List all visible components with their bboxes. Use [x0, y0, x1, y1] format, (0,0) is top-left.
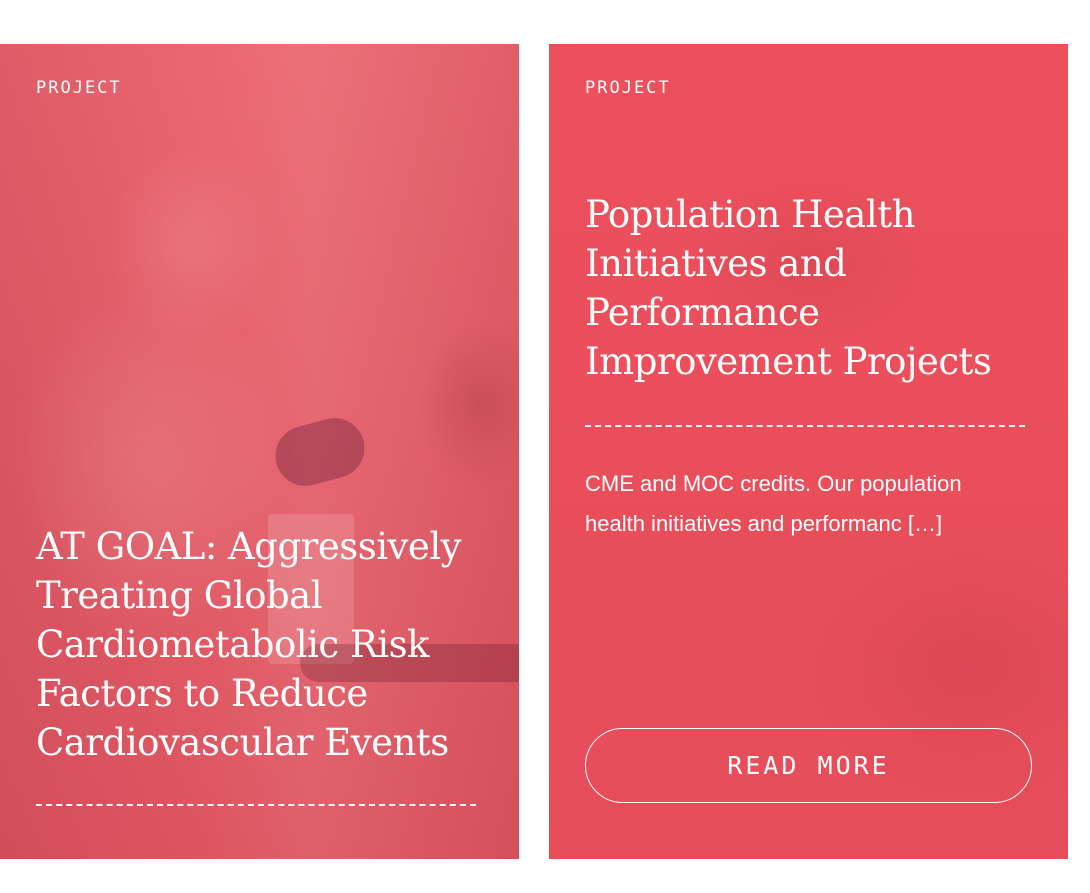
- card-title[interactable]: AT GOAL: Aggressively Treating Global Ca…: [36, 522, 496, 767]
- project-card-population-health[interactable]: PROJECT Population Health Initiatives an…: [549, 44, 1068, 859]
- project-card-at-goal[interactable]: PROJECT AT GOAL: Aggressively Treating G…: [0, 44, 519, 859]
- card-excerpt: CME and MOC credits. Our population heal…: [585, 471, 962, 536]
- dashed-divider: [585, 425, 1025, 427]
- read-more-button[interactable]: READ MORE: [585, 728, 1032, 803]
- card-category-label: PROJECT: [585, 78, 671, 98]
- dashed-divider: [36, 804, 476, 806]
- blood-pressure-cuff-shape: [268, 411, 372, 493]
- card-category-label: PROJECT: [36, 78, 122, 98]
- card-title[interactable]: Population Health Initiatives and Perfor…: [585, 190, 1045, 386]
